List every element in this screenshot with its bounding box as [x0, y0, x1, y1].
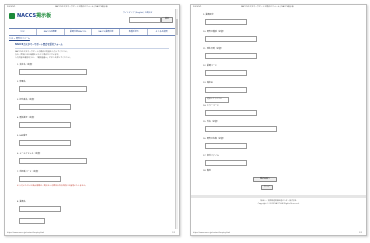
terminal-id-field[interactable] — [205, 87, 247, 93]
company-field[interactable] — [19, 69, 87, 75]
occurred-at-field[interactable] — [205, 53, 257, 59]
scrollbar-thumb[interactable] — [176, 19, 178, 35]
print-page-1: 2023/9/1 NACCSカスタマーサポートお問合せフォーム | NACCS掲… — [4, 4, 180, 236]
label-terminal-id: 13. 端末ID — [203, 82, 213, 84]
print-header-title: NACCSカスタマーサポートお問合せフォーム | NACCS掲示板 — [241, 6, 294, 8]
phone-field[interactable] — [19, 122, 71, 128]
print-url: https://www.naccs.jp/contact/inquiry.htm… — [193, 232, 231, 234]
top-links[interactable]: サイトマップ | English | お問合せ — [123, 12, 152, 15]
label-fax: 5. FAX番号 — [17, 135, 28, 137]
error-code-field[interactable] — [205, 110, 257, 116]
footer-band — [191, 195, 366, 198]
print-date: 2023/9/1 — [193, 6, 202, 8]
label-user-code: 7. 利用者コード（必須） — [17, 171, 40, 173]
print-date: 2023/9/1 — [7, 6, 16, 8]
scrollbar[interactable] — [175, 9, 178, 229]
print-url: https://www.naccs.jp/contact/inquiry.htm… — [7, 232, 45, 234]
site-logo[interactable]: NACCS掲示板 — [17, 13, 51, 19]
naccs-logo-icon — [9, 13, 15, 19]
fax-field[interactable] — [19, 140, 71, 146]
person-field[interactable] — [19, 104, 71, 110]
tab-business-spec[interactable]: NACCS業務仕様 — [92, 29, 121, 35]
tab-procedures[interactable]: 各種手続き — [120, 29, 149, 35]
label-occurred-at: 11. 発生日時（必須） — [203, 48, 223, 50]
tab-top[interactable]: TOP — [9, 29, 37, 35]
label-inquiry-type: 10. 問合せ種別（必須） — [203, 31, 225, 33]
page-number: 1/2 — [172, 232, 175, 234]
footer-company: 輸出入・港湾関連情報処理センター株式会社 — [260, 200, 297, 202]
tab-spec[interactable]: 業務仕様(NACCS) — [65, 29, 93, 35]
content-field[interactable] — [205, 143, 247, 149]
label-attachment: 17. 添付ファイル — [203, 155, 219, 157]
label-phone: 4. 電話番号（必須） — [17, 117, 36, 119]
tab-faq[interactable]: よくある質問 — [148, 29, 175, 35]
label-business-category: 9. 業務区分 — [203, 14, 214, 16]
intro-line-3: 入力内容を確認のうえ、「確認画面へ」ボタンを押してください。 — [15, 57, 72, 59]
site-search-button[interactable]: 検索 — [161, 17, 173, 23]
email-field[interactable] — [19, 158, 87, 164]
confirm-button[interactable]: 確認画面へ — [253, 177, 277, 183]
label-remarks: 18. 備考 — [203, 170, 211, 172]
page-number: 2/2 — [359, 232, 362, 234]
clear-button[interactable]: クリア — [261, 185, 273, 191]
label-company: 1. 会社名（必須） — [17, 64, 34, 66]
label-error-code: 14. エラーコード — [203, 105, 219, 107]
business-field[interactable] — [19, 206, 61, 212]
extra-field[interactable] — [19, 218, 45, 224]
business-category-field[interactable] — [205, 19, 247, 25]
tab-overview[interactable]: NACCSの概要 — [37, 29, 65, 35]
user-code-field[interactable] — [19, 176, 61, 182]
attachment-field[interactable] — [205, 160, 247, 166]
label-person: 3. 担当者名（必須） — [17, 99, 36, 101]
site-search-input[interactable] — [129, 17, 161, 23]
footer-copyright: Copyright © 2023 NACCS All Rights Reserv… — [257, 203, 300, 205]
business-code-field[interactable] — [205, 70, 247, 76]
subject-field[interactable] — [205, 126, 277, 132]
label-subject: 15. 件名（必須） — [203, 121, 219, 123]
print-page-2: 2023/9/1 NACCSカスタマーサポートお問合せフォーム | NACCS掲… — [190, 4, 367, 236]
label-content: 16. 問合せ内容（必須） — [203, 138, 225, 140]
privacy-notice: ※ 入力いただいた個人情報は、問合せへの回答以外の目的には使用いたしません。 — [17, 185, 88, 187]
section-title: NACCSカスタマーサポート問合せ受付フォーム — [15, 43, 63, 46]
print-header-title: NACCSカスタマーサポートお問合せフォーム | NACCS掲示板 — [55, 6, 108, 8]
department-field[interactable] — [19, 86, 87, 92]
category-select[interactable]: 選択してください — [205, 97, 229, 103]
label-department: 2. 部署名 — [17, 81, 26, 83]
label-email: 6. メールアドレス（必須） — [17, 153, 42, 155]
label-business-code: 12. 業務コード — [203, 65, 217, 67]
inquiry-type-field[interactable] — [205, 36, 257, 42]
main-nav: TOP NACCSの概要 業務仕様(NACCS) NACCS業務仕様 各種手続き… — [9, 28, 175, 36]
label-business: 8. 業務名 — [17, 201, 26, 203]
breadcrumb[interactable]: TOP > 問合せフォーム — [9, 37, 30, 40]
